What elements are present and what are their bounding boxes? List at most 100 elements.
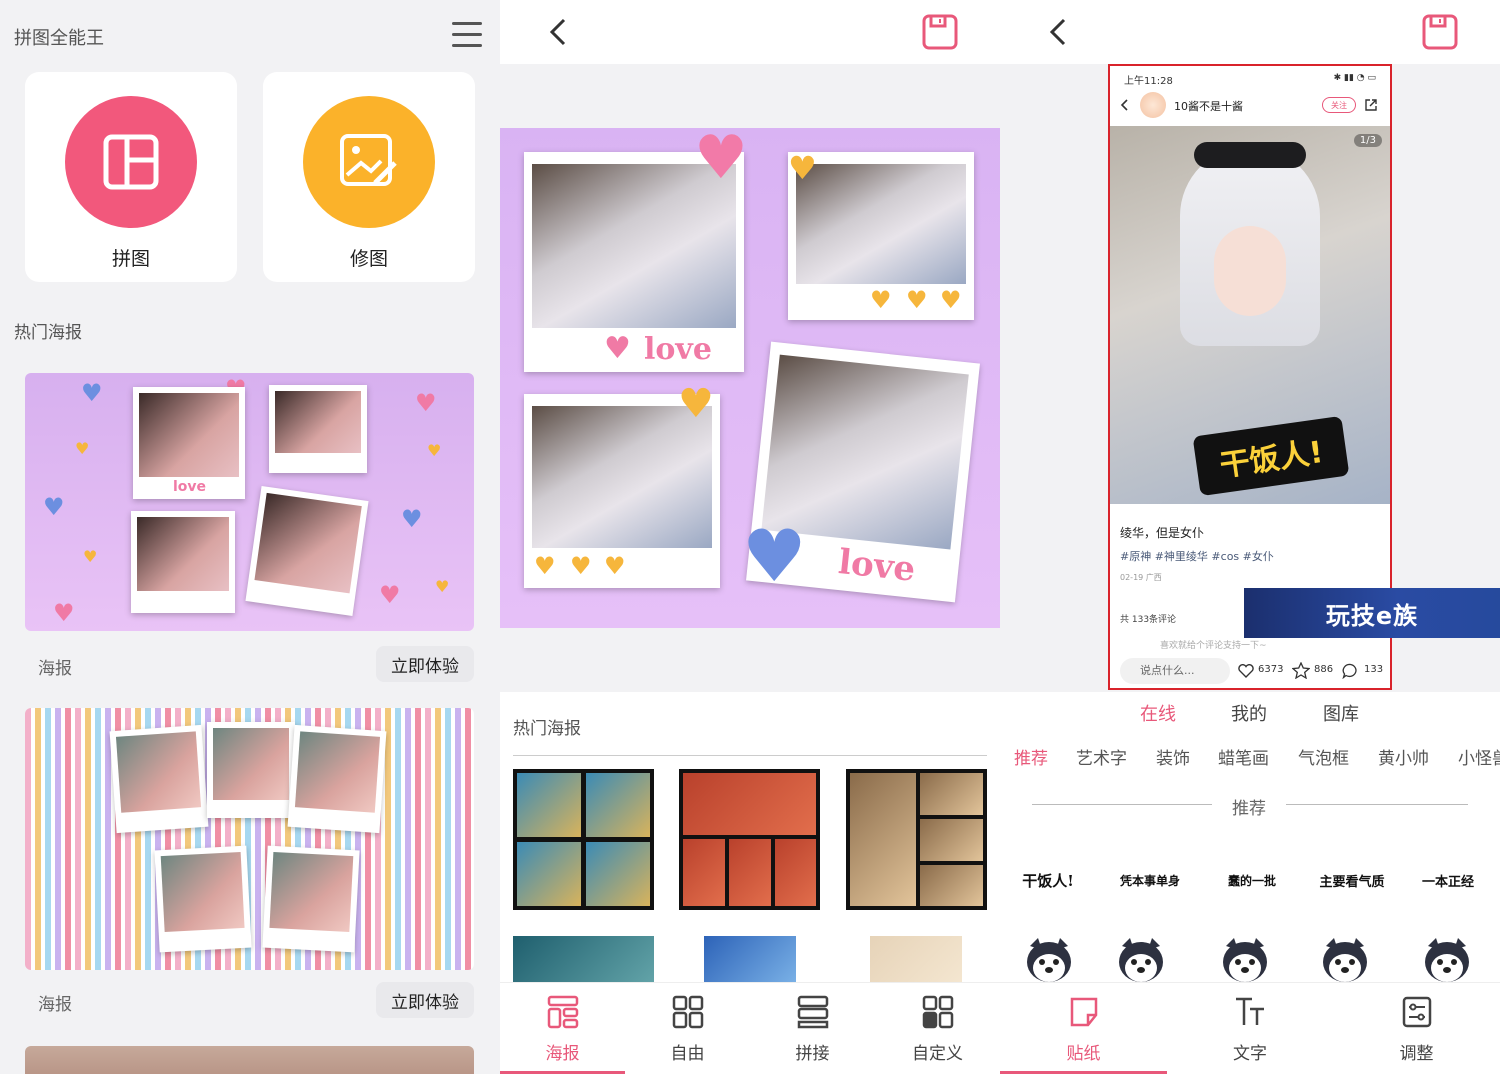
nav-text[interactable]: 文字 <box>1167 983 1333 1074</box>
try-now-button[interactable]: 立即体验 <box>376 646 474 682</box>
text-icon <box>1236 997 1264 1025</box>
poster-editor-panel: love ♥ ♥ ♥ ♥ ♥ ♥ ♥ ♥ ♥ ♥ love ♥ 热门海报 海报 … <box>500 0 1000 1074</box>
category-huangxiaoshuai[interactable]: 黄小帅 <box>1378 744 1429 769</box>
heart-sticker: ♥ <box>604 552 626 580</box>
avatar <box>1140 92 1166 118</box>
heart-sticker[interactable]: ♥ <box>788 152 817 184</box>
heart-sticker: ♥ <box>53 599 75 627</box>
watermark-banner: 玩技e族 <box>1244 588 1500 638</box>
collage-grid-icon <box>65 96 197 228</box>
heart-sticker: ♥ <box>43 493 65 521</box>
back-icon[interactable] <box>1040 14 1076 50</box>
heart-sticker: ♥ <box>401 505 423 533</box>
save-icon[interactable] <box>920 12 960 52</box>
hot-posters-title: 热门海报 <box>14 323 82 343</box>
heart-sticker: ♥ <box>75 439 90 458</box>
templates-title: 热门海报 <box>513 719 581 739</box>
poster-thumbnail[interactable] <box>25 1046 474 1074</box>
edit-tool-card[interactable]: 修图 <box>263 72 475 282</box>
sticker-item[interactable]: 一本正经 <box>1412 856 1484 904</box>
heart-sticker[interactable]: ♥ <box>742 520 807 592</box>
heart-sticker: ♥ <box>604 331 631 366</box>
category-little-monster[interactable]: 小怪兽 <box>1458 744 1500 769</box>
collage-tool-label: 拼图 <box>111 248 150 270</box>
sticker-item[interactable]: 凭本事单身 <box>1114 856 1186 904</box>
husky-sticker[interactable] <box>1114 936 1168 984</box>
poster-thumbnail[interactable]: ♥ ♥ ♥ ♥ ♥ ♥ ♥ ♥ ♥ ♥ ♥ love <box>25 373 474 631</box>
bottom-nav: 贴纸 文字 调整 <box>1000 982 1500 1074</box>
category-crayon[interactable]: 蜡笔画 <box>1218 744 1269 769</box>
edit-tool-label: 修图 <box>349 248 388 270</box>
husky-sticker[interactable] <box>1022 936 1076 984</box>
husky-sticker[interactable] <box>1420 936 1474 984</box>
nav-free[interactable]: 自由 <box>625 983 750 1074</box>
heart-sticker: ♥ <box>415 389 437 417</box>
template-thumbnail[interactable] <box>513 936 654 982</box>
heart-sticker[interactable]: ♥ <box>678 384 714 424</box>
status-time: 上午11:28 <box>1124 76 1173 87</box>
nav-sticker[interactable]: 贴纸 <box>1000 983 1167 1074</box>
collage-tool-card[interactable]: 拼图 <box>25 72 237 282</box>
sticker-item[interactable]: 干饭人! <box>1012 856 1084 904</box>
photo-edit-icon <box>303 96 435 228</box>
post-date: 02-19 广西 <box>1120 573 1162 582</box>
heart-sticker: ♥ <box>906 286 928 314</box>
tab-mine[interactable]: 我的 <box>1231 700 1267 726</box>
post-tags: #原神 #神里绫华 #cos #女仆 <box>1120 550 1274 563</box>
follow-button: 关注 <box>1322 97 1356 113</box>
tab-online[interactable]: 在线 <box>1140 700 1176 726</box>
save-icon[interactable] <box>1420 12 1460 52</box>
sticker-editor-panel: 上午11:28 ✱ ▮▮ ◔ ▭ 10酱不是十酱 关注 1/3 干饭人! 绫华，… <box>1000 0 1500 1074</box>
nav-poster[interactable]: 海报 <box>500 983 625 1074</box>
poster-thumbnail[interactable] <box>25 708 474 970</box>
divider <box>1032 804 1212 805</box>
stitch-icon <box>797 995 828 1029</box>
category-recommended[interactable]: 推荐 <box>1014 744 1048 769</box>
nav-stitch[interactable]: 拼接 <box>750 983 875 1074</box>
sticker-item[interactable]: 主要看气质 <box>1316 856 1388 904</box>
back-icon[interactable] <box>540 14 576 50</box>
nav-custom-label: 自定义 <box>912 1044 963 1064</box>
love-sticker-text: love <box>836 542 918 590</box>
husky-sticker[interactable] <box>1318 936 1372 984</box>
nav-custom[interactable]: 自定义 <box>875 983 1000 1074</box>
comment-count: 共 133条评论 <box>1120 615 1177 625</box>
nav-stitch-label: 拼接 <box>795 1044 830 1064</box>
status-icons: ✱ ▮▮ ◔ ▭ <box>1333 73 1376 83</box>
custom-grid-icon <box>922 995 953 1029</box>
menu-icon[interactable] <box>452 22 482 48</box>
sticker-item[interactable]: 蠢的一批 <box>1216 856 1288 904</box>
template-thumbnail[interactable] <box>870 936 962 982</box>
adjust-icon <box>1402 996 1431 1028</box>
polaroid-photo <box>109 724 209 834</box>
poster-canvas[interactable]: love ♥ ♥ ♥ ♥ ♥ ♥ ♥ ♥ ♥ ♥ love ♥ <box>500 128 1000 628</box>
polaroid-photo <box>131 511 235 613</box>
home-panel: 拼图全能王 拼图 修图 热门海报 ♥ ♥ ♥ ♥ ♥ ♥ ♥ ♥ ♥ ♥ ♥ l… <box>0 0 500 1074</box>
nav-text-label: 文字 <box>1233 1044 1267 1064</box>
heart-sticker: ♥ <box>940 286 962 314</box>
husky-sticker[interactable] <box>1218 936 1272 984</box>
post-photo: 1/3 干饭人! <box>1110 126 1390 504</box>
try-now-button[interactable]: 立即体验 <box>376 982 474 1018</box>
heart-sticker: ♥ <box>427 441 442 460</box>
category-art-text[interactable]: 艺术字 <box>1076 744 1127 769</box>
polaroid-photo <box>262 845 360 953</box>
comment-icon <box>1342 663 1357 679</box>
template-thumbnail[interactable] <box>846 769 987 910</box>
heart-sticker: ♥ <box>534 552 556 580</box>
nav-free-label: 自由 <box>670 1044 705 1064</box>
star-outline-icon <box>1292 662 1310 679</box>
nav-adjust[interactable]: 调整 <box>1333 983 1500 1074</box>
category-bubble[interactable]: 气泡框 <box>1298 744 1349 769</box>
bottom-nav: 海报 自由 拼接 自定义 <box>500 982 1000 1074</box>
category-decoration[interactable]: 装饰 <box>1156 744 1190 769</box>
polaroid-photo <box>207 722 295 818</box>
tab-gallery[interactable]: 图库 <box>1323 700 1359 726</box>
template-thumbnail[interactable] <box>679 769 820 910</box>
share-icon <box>1365 99 1377 111</box>
template-thumbnail[interactable] <box>513 769 654 910</box>
template-thumbnail[interactable] <box>704 936 796 982</box>
heart-sticker[interactable]: ♥ <box>694 128 748 188</box>
polaroid-photo <box>154 845 252 953</box>
heart-sticker: ♥ <box>81 379 103 407</box>
